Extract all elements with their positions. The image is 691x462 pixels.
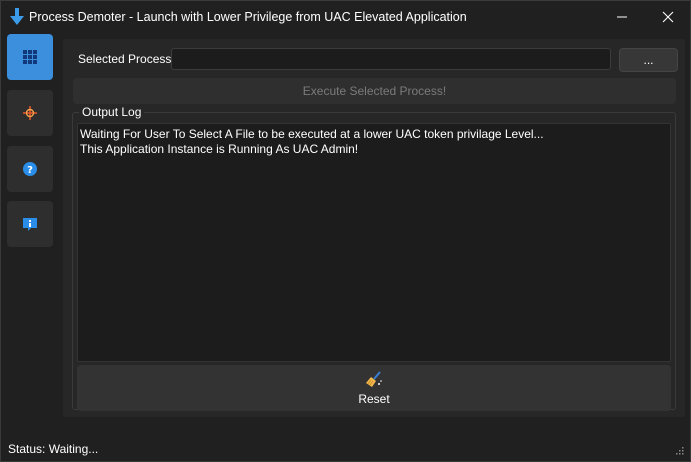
log-line: This Application Instance is Running As … <box>80 142 359 156</box>
grid-icon <box>23 50 37 64</box>
nav-item-target[interactable] <box>7 90 53 136</box>
output-log-legend: Output Log <box>79 105 145 119</box>
nav-item-main[interactable] <box>7 34 53 80</box>
close-icon <box>662 11 674 23</box>
minimize-icon <box>617 16 627 18</box>
status-bar: Status: Waiting... <box>1 433 690 461</box>
browse-button[interactable]: ... <box>619 48 678 72</box>
reset-label: Reset <box>358 392 390 406</box>
selected-process-label: Selected Process: <box>78 52 175 66</box>
selected-process-input[interactable] <box>171 48 611 70</box>
close-button[interactable] <box>645 1 691 33</box>
minimize-button[interactable] <box>599 1 645 33</box>
main-panel: Selected Process: ... Execute Selected P… <box>63 39 685 417</box>
app-window: Process Demoter - Launch with Lower Priv… <box>0 0 691 462</box>
svg-text:?: ? <box>27 165 33 176</box>
title-bar[interactable]: Process Demoter - Launch with Lower Priv… <box>1 1 690 33</box>
download-arrow-icon <box>10 7 24 27</box>
output-log-group: Output Log Waiting For User To Select A … <box>72 105 676 411</box>
sidebar-nav: ? <box>1 33 59 431</box>
broom-icon <box>366 371 382 387</box>
info-icon <box>23 218 37 231</box>
execute-button[interactable]: Execute Selected Process! <box>73 78 676 104</box>
output-log-text[interactable]: Waiting For User To Select A File to be … <box>77 123 671 362</box>
resize-grip-icon[interactable] <box>674 445 684 455</box>
nav-item-about[interactable] <box>7 201 53 247</box>
crosshair-icon <box>23 106 37 120</box>
window-title: Process Demoter - Launch with Lower Priv… <box>29 10 467 24</box>
reset-button[interactable]: Reset <box>77 365 671 411</box>
log-line: Waiting For User To Select A File to be … <box>80 127 544 141</box>
nav-item-help[interactable]: ? <box>7 146 53 192</box>
help-icon: ? <box>23 162 37 176</box>
status-text: Status: Waiting... <box>8 442 99 456</box>
